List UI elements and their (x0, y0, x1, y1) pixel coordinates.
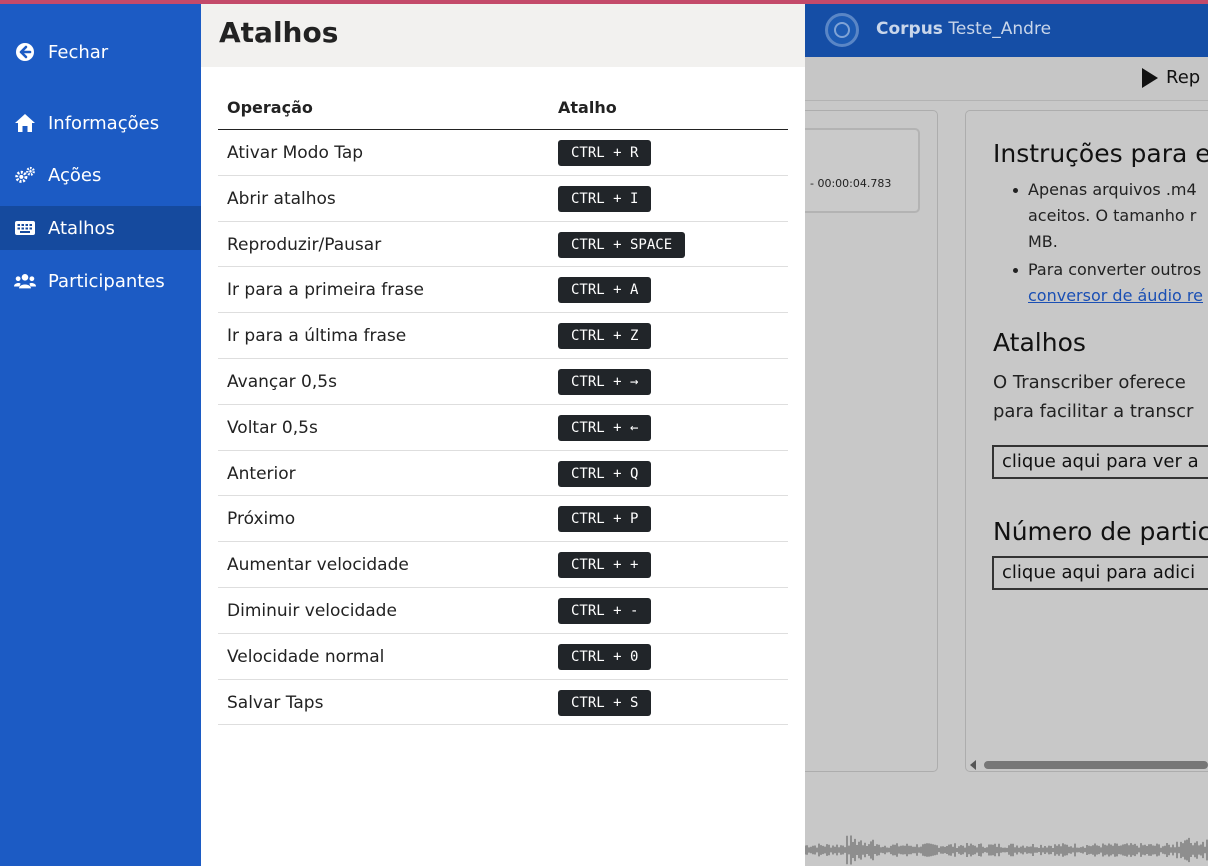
operation-cell: Voltar 0,5s (227, 417, 318, 438)
shortcuts-modal: Atalhos Operação Atalho Ativar Modo Tap C… (201, 4, 805, 866)
play-button[interactable]: Rep (1142, 67, 1200, 88)
bullet1-line2: aceitos. O tamanho r (1028, 206, 1197, 225)
table-row: Ir para a primeira frase CTRL + A (218, 267, 788, 314)
table-row: Voltar 0,5s CTRL + ← (218, 405, 788, 451)
bullet1-line3: MB. (1028, 232, 1058, 251)
participants-heading: Número de partic (993, 517, 1208, 546)
sidebar-item-fechar[interactable]: Fechar (0, 30, 201, 74)
operation-cell: Ativar Modo Tap (227, 143, 364, 163)
bullet2-line1: Para converter outros (1028, 260, 1202, 279)
home-icon (14, 112, 36, 134)
shortcut-key: CTRL + SPACE (558, 231, 686, 258)
sidebar-item-label: Fechar (48, 41, 109, 63)
atalhos-text-line1: O Transcriber oferece (993, 372, 1186, 393)
sidebar-item-label: Ações (48, 164, 102, 186)
top-accent-bar (0, 0, 1208, 4)
horizontal-scrollbar[interactable] (970, 760, 1208, 770)
sidebar-item-informacoes[interactable]: Informações (0, 101, 201, 145)
converter-link[interactable]: conversor de áudio re (1028, 283, 1203, 309)
table-body: Ativar Modo Tap CTRL + R Abrir atalhos CTRL… (218, 130, 788, 726)
sidebar-item-acoes[interactable]: Ações (0, 153, 201, 197)
operation-cell: Ir para a última frase (227, 326, 407, 347)
shortcut-key: CTRL + → (558, 368, 652, 395)
table-row: Reproduzir/Pausar CTRL + SPACE (218, 222, 788, 268)
shortcut-key: CTRL + A (558, 277, 652, 304)
play-icon (1142, 68, 1158, 88)
table-row: Próximo CTRL + P (218, 496, 788, 543)
scrollbar-thumb[interactable] (984, 761, 1208, 769)
atalhos-text-line2: para facilitar a transcr (993, 401, 1194, 422)
audio-waveform[interactable] (805, 780, 1208, 866)
sidebar-item-label: Participantes (48, 270, 165, 292)
table-header: Operação Atalho (218, 86, 788, 130)
operation-cell: Aumentar velocidade (227, 555, 409, 576)
table-row: Ativar Modo Tap CTRL + R (218, 130, 788, 176)
sidebar-item-atalhos[interactable]: Atalhos (0, 206, 201, 250)
bullet-dot (1013, 188, 1018, 193)
operation-cell: Reproduzir/Pausar (227, 234, 382, 255)
modal-header: Atalhos (201, 4, 805, 67)
atalhos-heading: Atalhos (993, 328, 1086, 357)
table-row: Salvar Taps CTRL + S (218, 680, 788, 726)
sidebar-item-label: Atalhos (48, 217, 115, 239)
play-label: Rep (1166, 67, 1201, 88)
table-row: Aumentar velocidade CTRL + + (218, 542, 788, 588)
view-shortcuts-button[interactable]: clique aqui para ver a (992, 445, 1208, 479)
shortcut-key: CTRL + + (558, 552, 652, 579)
shortcut-key: CTRL + P (558, 506, 652, 533)
add-participants-button[interactable]: clique aqui para adici (992, 556, 1208, 590)
operation-cell: Salvar Taps (227, 692, 324, 713)
arrow-circle-left-icon (14, 41, 36, 63)
shortcuts-table: Operação Atalho Ativar Modo Tap CTRL + RA… (218, 86, 788, 726)
waveform-path (805, 835, 1208, 865)
corpus-label: Corpus (876, 19, 943, 39)
operation-cell: Avançar 0,5s (227, 371, 337, 392)
sidebar: Fechar Informações Ações Atalhos Partici… (0, 0, 201, 866)
keyboard-icon (14, 217, 36, 239)
column-header-operation: Operação (227, 98, 313, 117)
operation-cell: Anterior (227, 463, 296, 484)
sidebar-item-label: Informações (48, 112, 160, 134)
operation-cell: Ir para a primeira frase (227, 280, 425, 301)
table-row: Velocidade normal CTRL + 0 (218, 634, 788, 680)
converter-link-text[interactable]: conversor de áudio re (1028, 286, 1203, 305)
modal-title: Atalhos (219, 16, 339, 49)
shortcut-key: CTRL + - (558, 597, 652, 624)
table-row: Abrir atalhos CTRL + I (218, 176, 788, 222)
shortcut-key: CTRL + I (558, 185, 652, 212)
operation-cell: Abrir atalhos (227, 188, 336, 209)
column-header-shortcut: Atalho (558, 98, 617, 117)
bullet-dot (1013, 268, 1018, 273)
gears-icon (14, 164, 36, 186)
segment-card[interactable] (800, 128, 920, 213)
shortcut-key: CTRL + S (558, 689, 652, 716)
table-row: Anterior CTRL + Q (218, 451, 788, 497)
shortcut-key: CTRL + ← (558, 414, 652, 441)
table-row: Ir para a última frase CTRL + Z (218, 313, 788, 359)
table-row: Diminuir velocidade CTRL + - (218, 588, 788, 634)
shortcut-key: CTRL + 0 (558, 643, 652, 670)
shortcut-key: CTRL + Q (558, 460, 652, 487)
corpus-name: Teste_Andre (948, 19, 1052, 39)
operation-cell: Próximo (227, 509, 296, 530)
sidebar-item-participantes[interactable]: Participantes (0, 259, 201, 303)
instructions-heading: Instruções para e (993, 139, 1208, 168)
bullet1-line1: Apenas arquivos .m4 (1028, 180, 1197, 199)
segment-time: - 00:00:04.783 (810, 177, 892, 190)
users-icon (14, 270, 36, 292)
shortcut-key: CTRL + Z (558, 323, 652, 350)
operation-cell: Diminuir velocidade (227, 600, 397, 621)
table-row: Avançar 0,5s CTRL + → (218, 359, 788, 405)
operation-cell: Velocidade normal (227, 646, 385, 667)
app-logo (825, 13, 859, 47)
corpus-title: Corpus Teste_Andre (876, 19, 1051, 39)
scroll-left-icon[interactable] (970, 760, 976, 770)
shortcut-key: CTRL + R (558, 140, 652, 166)
